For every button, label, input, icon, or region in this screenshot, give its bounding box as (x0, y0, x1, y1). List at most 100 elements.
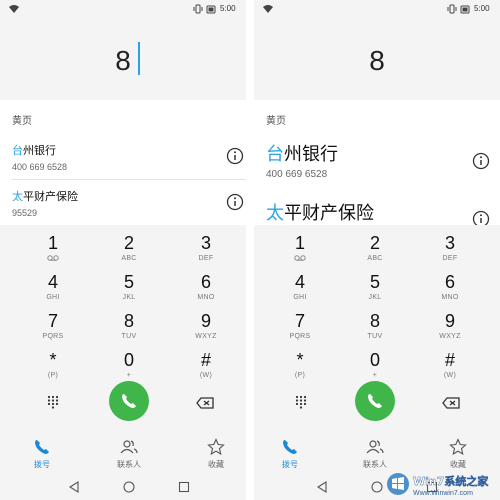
key-digit: 0 (369, 350, 380, 370)
key-8[interactable]: 8 TUV (99, 311, 159, 351)
info-icon[interactable] (226, 193, 244, 211)
back-icon[interactable] (68, 481, 80, 493)
tab-dialer[interactable]: 拨号 (260, 438, 320, 470)
dialer-screen-left: 5:00 8 黄页 台州银行 400 669 6528 太平财产保险 95529… (0, 0, 246, 500)
key-hash[interactable]: # (W) (176, 350, 236, 390)
search-results: 黄页 台州银行 400 669 6528 太平财产保险 95529 (0, 100, 246, 225)
tab-contacts[interactable]: 联系人 (345, 438, 405, 470)
key-letters: WXYZ (439, 333, 461, 340)
key-letters: ABC (121, 255, 137, 262)
key-digit: 6 (200, 272, 211, 292)
key-4[interactable]: 4 GHI (270, 272, 330, 312)
tab-label: 联系人 (363, 460, 387, 469)
key-2[interactable]: 2 ABC (99, 233, 159, 273)
tab-label: 收藏 (450, 460, 466, 469)
watermark-logo: Win7系统之家 Www.Winwin7.com (387, 473, 490, 497)
status-bar: 5:00 (254, 0, 500, 20)
contact-item[interactable]: 台州银行 400 669 6528 (266, 140, 500, 180)
key-digit: 4 (47, 272, 58, 292)
key-digit: 2 (369, 233, 380, 253)
key-9[interactable]: 9 WXYZ (176, 311, 236, 351)
key-6[interactable]: 6 MNO (176, 272, 236, 312)
dialed-number: 8 (369, 45, 385, 76)
tab-label: 拨号 (282, 460, 298, 469)
call-button[interactable] (109, 381, 149, 421)
contact-item[interactable]: 太平财产保险 95529 (12, 188, 246, 218)
dialpad-grid-icon[interactable] (294, 395, 308, 409)
contact-name-rest: 州银行 (23, 144, 56, 157)
keypad: 1 2 ABC 3 DEF 4 GHI 5 JKL 6 MNO 7 PQRS 8 TUV 9 W… (0, 225, 246, 432)
contact-name-highlight: 太 (266, 203, 284, 224)
contact-item[interactable]: 台州银行 400 669 6528 (12, 142, 246, 172)
key-letters: WXYZ (195, 333, 217, 340)
key-letters: DEF (198, 255, 214, 262)
key-digit: # (444, 350, 455, 370)
info-icon[interactable] (226, 147, 244, 165)
contact-name: 太平财产保险 (12, 188, 246, 204)
key-6[interactable]: 6 MNO (420, 272, 480, 312)
tab-favorites[interactable]: 收藏 (186, 438, 246, 470)
key-letters: MNO (441, 294, 459, 301)
contact-item[interactable]: 太平财产保险 (266, 199, 500, 225)
key-letters: JKL (368, 294, 382, 301)
tab-contacts[interactable]: 联系人 (99, 438, 159, 470)
dialpad-grid-icon[interactable] (46, 395, 60, 409)
key-letters: PQRS (42, 333, 64, 340)
contact-name: 台州银行 (266, 140, 500, 166)
key-3[interactable]: 3 DEF (176, 233, 236, 273)
call-button[interactable] (355, 381, 395, 421)
contact-number: 400 669 6528 (12, 162, 68, 172)
key-digit: 8 (123, 311, 134, 331)
tab-label: 联系人 (117, 460, 141, 469)
contact-name-rest: 平财产保险 (23, 190, 78, 203)
contact-number: 95529 (12, 208, 38, 218)
keypad: 1 2 ABC 3 DEF 4 GHI 5 JKL 6 MNO 7 PQRS 8 TUV 9 W… (254, 225, 500, 432)
key-7[interactable]: 7 PQRS (23, 311, 83, 351)
contact-name-rest: 平财产保险 (284, 203, 374, 224)
status-bar: 5:00 (0, 0, 246, 20)
contact-name-rest: 州银行 (284, 144, 338, 165)
key-digit: 8 (369, 311, 380, 331)
key-4[interactable]: 4 GHI (23, 272, 83, 312)
contact-name: 太平财产保险 (266, 199, 500, 225)
status-time: 5:00 (474, 4, 490, 13)
home-icon[interactable] (123, 481, 135, 493)
contact-number: 400 669 6528 (266, 169, 328, 180)
battery-icon (460, 5, 470, 14)
key-9[interactable]: 9 WXYZ (420, 311, 480, 351)
backspace-icon[interactable] (196, 397, 214, 409)
key-5[interactable]: 5 JKL (99, 272, 159, 312)
key-digit: # (200, 350, 211, 370)
watermark-brand: Win7系统之家 (413, 474, 489, 488)
dial-display[interactable]: 8 (0, 20, 246, 100)
key-hash[interactable]: # (W) (420, 350, 480, 390)
wifi-icon (263, 5, 273, 13)
text-cursor (138, 42, 140, 75)
key-8[interactable]: 8 TUV (345, 311, 405, 351)
key-digit: 9 (444, 311, 455, 331)
key-1[interactable]: 1 (23, 233, 83, 273)
phone-icon (35, 440, 49, 454)
key-5[interactable]: 5 JKL (345, 272, 405, 312)
home-icon[interactable] (371, 481, 383, 493)
contacts-icon (366, 440, 384, 454)
tab-dialer[interactable]: 拨号 (12, 438, 72, 470)
dial-display[interactable]: 8 (254, 20, 500, 100)
vibrate-icon (447, 4, 457, 14)
key-2[interactable]: 2 ABC (345, 233, 405, 273)
back-icon[interactable] (316, 481, 328, 493)
key-1[interactable]: 1 (270, 233, 330, 273)
tab-label: 拨号 (34, 460, 50, 469)
wifi-icon (9, 5, 19, 13)
recents-icon[interactable] (178, 481, 190, 493)
key-7[interactable]: 7 PQRS (270, 311, 330, 351)
dialer-screen-right: 5:00 8 黄页 台州银行 400 669 6528 太平财产保险 1 2 AB… (254, 0, 500, 500)
key-star[interactable]: * (P) (270, 350, 330, 390)
voicemail-icon (47, 255, 59, 261)
key-letters: + (126, 372, 132, 379)
key-3[interactable]: 3 DEF (420, 233, 480, 273)
key-star[interactable]: * (P) (23, 350, 83, 390)
backspace-icon[interactable] (442, 397, 460, 409)
tab-favorites[interactable]: 收藏 (428, 438, 488, 470)
info-icon[interactable] (472, 152, 490, 170)
